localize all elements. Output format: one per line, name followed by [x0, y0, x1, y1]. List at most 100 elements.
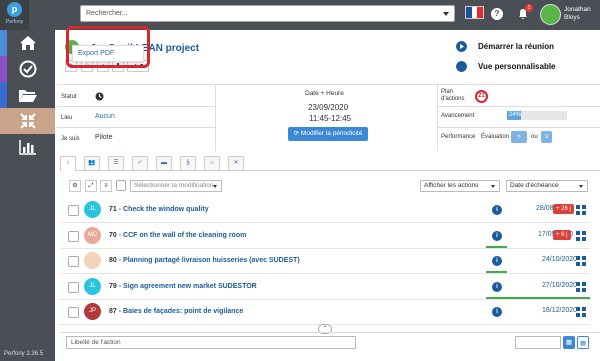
row-checkbox[interactable]: [68, 205, 79, 216]
lieu-label: Lieu: [61, 115, 73, 121]
sidebar-item-folders[interactable]: [0, 82, 55, 108]
grid-view-icon[interactable]: [576, 230, 586, 241]
avatar: [84, 252, 101, 269]
sidebar-item-home[interactable]: [0, 30, 55, 56]
avatar: JP: [84, 303, 101, 320]
sidebar: Perfony 2.36.5: [0, 30, 55, 361]
table-row[interactable]: MD 70 - CCF on the wall of the cleaning r…: [60, 225, 590, 249]
sidebar-item-tasks[interactable]: [0, 56, 55, 82]
tab-participants[interactable]: 👥: [84, 156, 100, 170]
tab-comments[interactable]: ▬: [156, 156, 172, 170]
annotation-highlight: [66, 26, 150, 68]
app-logo[interactable]: p Perfony: [0, 0, 29, 30]
language-flag-icon[interactable]: [465, 6, 484, 19]
play-circle-icon[interactable]: [456, 41, 467, 52]
help-icon[interactable]: ?: [491, 8, 503, 20]
content-tabs: i 👥 ☰ ✓ ▬ § ⌂ ✕: [60, 154, 600, 171]
search-placeholder: Rechercher...: [86, 10, 128, 17]
grid-icon[interactable]: ▦: [577, 336, 589, 349]
due-date: 18/12/2020: [542, 307, 578, 314]
due-date-input[interactable]: [515, 336, 561, 349]
table-row[interactable]: JL 79 - Sign agreement new market SUDESTO…: [60, 276, 590, 300]
action-title-link[interactable]: 79 - Sign agreement new market SUDESTOR: [109, 283, 257, 290]
progress-bar: [486, 245, 507, 248]
row-checkbox[interactable]: [68, 307, 79, 318]
action-title-link[interactable]: 71 - Check the window quality: [109, 206, 209, 213]
date-value: 23/09/2020: [308, 103, 349, 112]
progress-bar: [486, 296, 590, 299]
progress-bar: [486, 271, 507, 273]
je-suis-value: Pilote: [95, 134, 113, 141]
avancement-progress: 24%: [507, 111, 567, 120]
avancement-progress-fill: 24%: [507, 111, 522, 120]
row-checkbox[interactable]: [68, 230, 79, 242]
evaluation-thumbs-up-button[interactable]: »: [511, 131, 527, 143]
info-icon[interactable]: i: [492, 256, 502, 266]
modification-select[interactable]: Sélectionner la modification: [130, 180, 222, 192]
avatar: JL: [84, 277, 101, 295]
tab-links[interactable]: ⌂: [204, 156, 220, 170]
action-title-link[interactable]: 80 - Planning partagé livraison huisseri…: [109, 257, 300, 264]
grid-view-icon[interactable]: [576, 256, 586, 266]
chevron-down-icon: [443, 12, 449, 16]
home-icon: [19, 36, 36, 50]
sort-select[interactable]: Date d'échéance: [506, 180, 588, 192]
ou-label: ou: [531, 134, 538, 140]
user-avatar[interactable]: [540, 4, 561, 25]
tab-info[interactable]: i: [60, 156, 76, 171]
search-input[interactable]: Rechercher...: [80, 5, 455, 22]
check-circle-icon: [19, 60, 36, 78]
grid-view-icon[interactable]: [576, 205, 586, 215]
tab-actions[interactable]: ✓: [132, 156, 148, 170]
action-label-input[interactable]: Libellé de l'action: [66, 336, 356, 349]
info-icon[interactable]: i: [492, 307, 502, 317]
overdue-badge: + 6 j: [553, 229, 571, 240]
notification-badge: 1: [525, 4, 533, 12]
custom-view-link[interactable]: Vue personnalisable: [478, 62, 556, 71]
tab-settings[interactable]: ✕: [228, 156, 244, 170]
info-icon[interactable]: i: [492, 230, 502, 241]
calendar-icon[interactable]: ▦: [563, 336, 575, 349]
filter-actions-select[interactable]: Afficher les actions: [420, 180, 500, 192]
tab-attachments[interactable]: §: [180, 156, 196, 170]
plan-actions-label: Plan d'actions: [441, 89, 465, 102]
grid-view-icon[interactable]: [576, 307, 586, 317]
avatar: MD: [84, 226, 101, 244]
gear-icon[interactable]: ⚙: [69, 180, 81, 192]
info-icon[interactable]: i: [492, 281, 502, 292]
app-version: Perfony 2.36.5: [4, 351, 44, 357]
list-icon[interactable]: ≡: [100, 180, 112, 192]
plan-count-ring[interactable]: 21: [475, 90, 488, 103]
date-heure-label: Date + Heure: [305, 90, 344, 97]
action-title-link[interactable]: 70 - CCF on the wall of the cleaning roo…: [109, 232, 246, 239]
sidebar-item-stats[interactable]: [0, 134, 55, 160]
evaluation-score-button[interactable]: s: [541, 131, 552, 143]
start-meeting-link[interactable]: Démarrer la réunion: [478, 42, 554, 51]
perfony-logo-icon: p: [7, 2, 22, 17]
clock-icon: [95, 92, 104, 101]
statut-label: Statut: [61, 94, 77, 100]
expand-icon[interactable]: ⤢: [85, 180, 97, 192]
add-action-bar: Libellé de l'action ▦ ▦: [60, 332, 600, 361]
compress-arrows-icon: [19, 113, 36, 129]
table-row[interactable]: JL71 - Check the window qualityi28/08/20…: [60, 199, 590, 223]
row-checkbox[interactable]: [68, 281, 79, 293]
table-row[interactable]: 80 - Planning partagé livraison huisseri…: [60, 250, 590, 274]
je-suis-label: Je suis: [61, 136, 80, 142]
info-icon[interactable]: i: [492, 205, 502, 215]
user-name[interactable]: Jonathan Bloys: [564, 6, 591, 22]
action-title-link[interactable]: 87 - Baies de façades: point de vigilanc…: [109, 308, 243, 315]
modify-periodicity-button[interactable]: ⟳ Modifier la périodicité: [288, 127, 368, 141]
select-all-checkbox[interactable]: [116, 180, 126, 191]
grid-view-icon[interactable]: [576, 281, 586, 292]
tab-agenda[interactable]: ☰: [108, 156, 124, 170]
actions-toolbar: ⚙ ⤢ ≡ Sélectionner la modification Affic…: [60, 178, 600, 194]
sidebar-item-meetings[interactable]: [0, 108, 55, 134]
row-checkbox[interactable]: [68, 256, 79, 267]
chevron-down-icon: [213, 185, 217, 188]
table-row[interactable]: JP 87 - Baies de façades: point de vigila…: [60, 301, 590, 325]
chevron-down-icon: [491, 185, 495, 188]
compass-icon[interactable]: [456, 61, 467, 72]
avancement-label: Avancement: [441, 113, 475, 119]
lieu-value[interactable]: Aucun: [95, 113, 115, 120]
